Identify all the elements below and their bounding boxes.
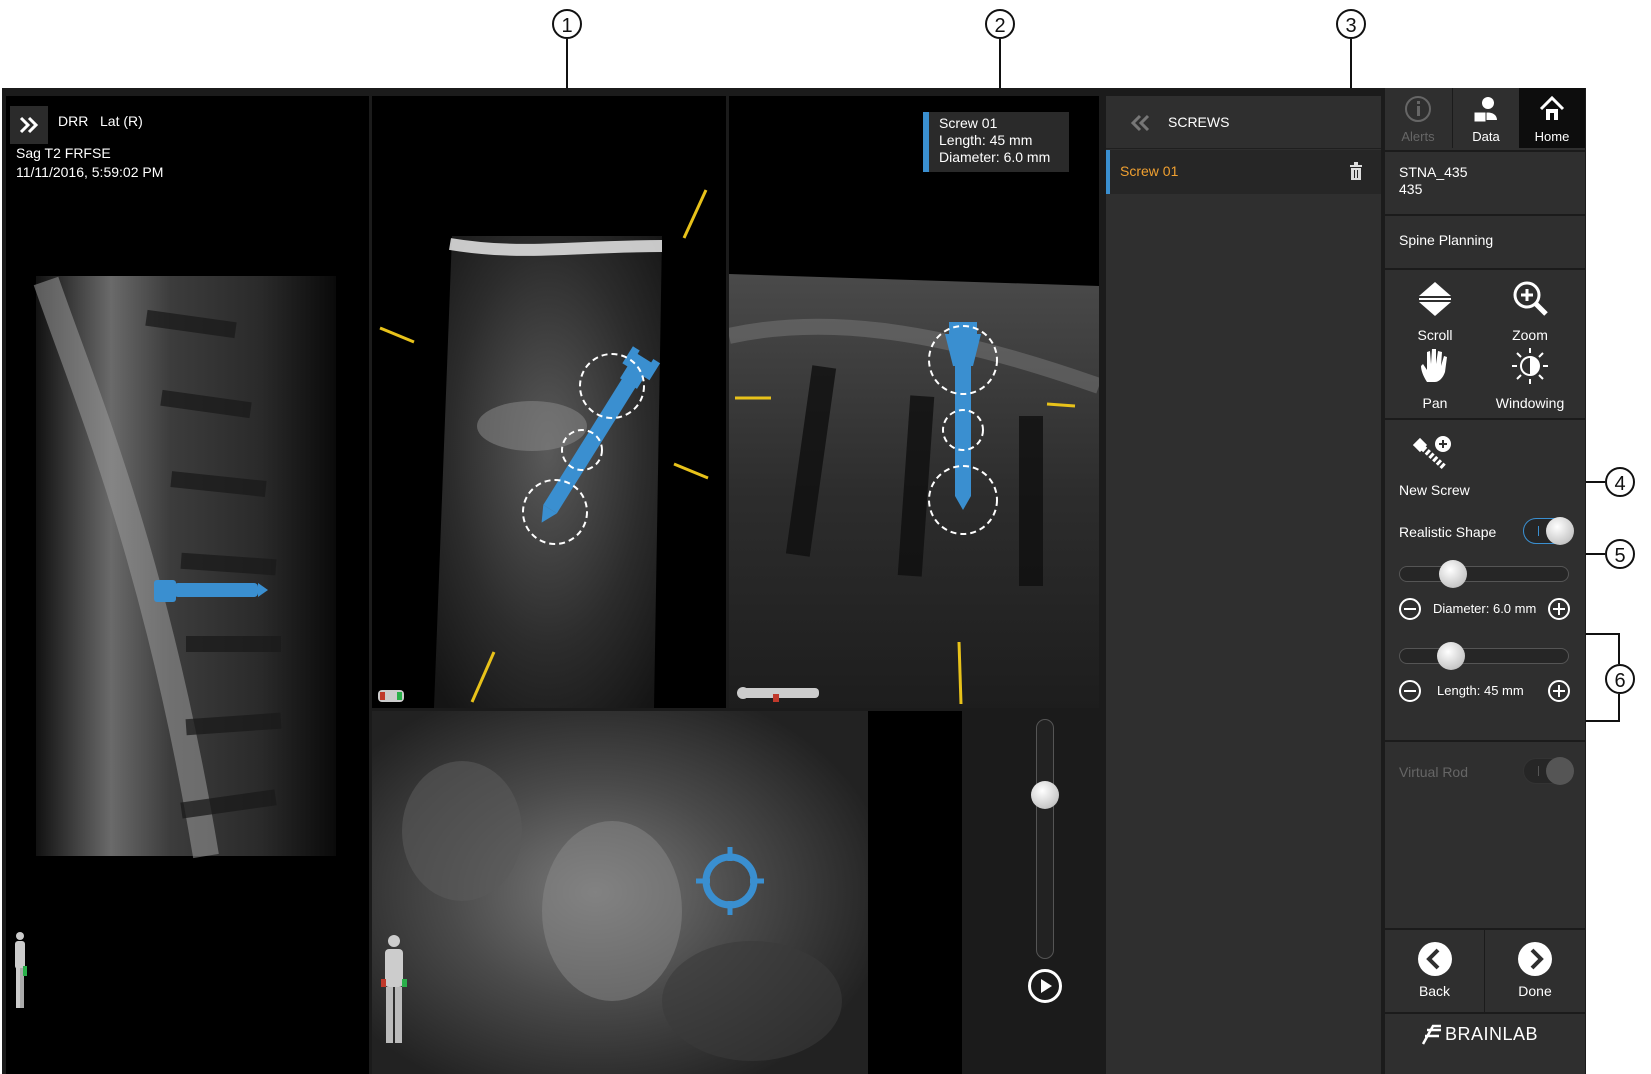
windowing-tool[interactable]: Windowing xyxy=(1485,346,1575,411)
screw-item-label: Screw 01 xyxy=(1120,163,1179,179)
chevron-right-icon xyxy=(1518,942,1552,976)
patient-id: 435 xyxy=(1399,181,1423,197)
top-tabs: Alerts Data Home xyxy=(1385,88,1585,148)
callout-6: 6 xyxy=(1605,664,1635,694)
new-screw-label: New Screw xyxy=(1399,482,1470,498)
sagittal-viewport[interactable]: Screw 01 Length: 45 mm Diameter: 6.0 mm xyxy=(729,96,1099,708)
orientation-head-icon xyxy=(378,690,404,702)
diameter-slider-track[interactable] xyxy=(1399,566,1569,582)
realistic-shape-toggle[interactable] xyxy=(1523,517,1574,545)
series-name: Sag T2 FRFSE xyxy=(16,145,111,161)
length-value: Length: 45 mm xyxy=(1437,683,1524,698)
navigation-buttons: Back Done xyxy=(1385,928,1585,1012)
screws-panel: SCREWS Screw 01 xyxy=(1106,96,1381,1074)
tab-data-label: Data xyxy=(1472,129,1500,144)
drr-viewport[interactable]: DRR Lat (R) Sag T2 FRFSE 11/11/2016, 5:5… xyxy=(6,96,369,1074)
windowing-icon xyxy=(1512,348,1548,384)
brainlab-logo-icon xyxy=(1421,1024,1441,1045)
view-tools: Scroll Zoom Pan Windowing xyxy=(1385,268,1585,418)
patient-info: STNA_435 435 xyxy=(1385,150,1585,214)
workflow-section: Spine Planning xyxy=(1385,214,1585,268)
depth-slider-panel xyxy=(992,711,1099,1074)
diameter-increase-button[interactable] xyxy=(1548,598,1570,620)
axial-image xyxy=(378,189,709,708)
probe-view-image xyxy=(372,711,868,1074)
patient-data-icon xyxy=(1473,97,1497,123)
callout-4: 4 xyxy=(1605,467,1635,497)
depth-slider-track[interactable] xyxy=(1036,719,1054,959)
windowing-label: Windowing xyxy=(1495,395,1565,411)
virtual-rod-label: Virtual Rod xyxy=(1399,764,1469,780)
play-button[interactable] xyxy=(1028,969,1062,1003)
view-orientation: Lat (R) xyxy=(100,113,143,129)
tab-data[interactable]: Data xyxy=(1452,88,1519,148)
virtual-rod-toggle[interactable] xyxy=(1523,757,1574,785)
callout-5: 5 xyxy=(1605,539,1635,569)
drr-image xyxy=(15,276,336,1008)
screws-title: SCREWS xyxy=(1168,114,1230,130)
scroll-tool[interactable]: Scroll xyxy=(1390,278,1480,343)
sagittal-image xyxy=(729,274,1099,708)
add-screw-icon xyxy=(1412,436,1451,471)
tab-alerts-label: Alerts xyxy=(1401,129,1435,144)
tab-home[interactable]: Home xyxy=(1519,88,1585,148)
zoom-label: Zoom xyxy=(1512,327,1548,343)
hand-icon xyxy=(1421,349,1447,382)
pan-label: Pan xyxy=(1422,395,1448,411)
tab-home-label: Home xyxy=(1534,129,1570,144)
back-button[interactable]: Back xyxy=(1385,930,1485,1012)
right-sidebar: Alerts Data Home STNA_435 435 Spine Plan… xyxy=(1385,88,1585,1074)
zoom-tool[interactable]: Zoom xyxy=(1485,278,1575,343)
callout-3: 3 xyxy=(1336,9,1366,39)
chevron-left-icon xyxy=(1417,942,1452,976)
screw-controls: New Screw Realistic Shape Diameter: 6.0 … xyxy=(1385,418,1585,740)
scroll-icon xyxy=(1419,282,1451,316)
screw-list-item[interactable]: Screw 01 xyxy=(1106,150,1381,194)
series-datetime: 11/11/2016, 5:59:02 PM xyxy=(16,164,164,180)
depth-slider-knob[interactable] xyxy=(1031,781,1059,809)
info-icon xyxy=(1405,96,1431,122)
screw-tooltip: Screw 01 Length: 45 mm Diameter: 6.0 mm xyxy=(923,112,1069,172)
brand-footer: BRAINLAB xyxy=(1385,1012,1585,1056)
done-label: Done xyxy=(1518,983,1552,999)
scroll-label: Scroll xyxy=(1417,327,1453,343)
callout-1: 1 xyxy=(552,9,582,39)
length-decrease-button[interactable] xyxy=(1399,680,1421,702)
axial-viewport[interactable] xyxy=(372,96,726,708)
virtual-rod-section: Virtual Rod xyxy=(1385,740,1585,928)
zoom-in-icon xyxy=(1513,281,1548,316)
double-chevron-right-icon xyxy=(19,116,39,134)
patient-figure-icon xyxy=(15,932,27,1008)
pan-tool[interactable]: Pan xyxy=(1390,346,1480,411)
realistic-shape-toggle-knob xyxy=(1546,517,1574,545)
length-slider-knob[interactable] xyxy=(1437,642,1466,670)
diameter-decrease-button[interactable] xyxy=(1399,598,1421,620)
collapse-double-chevron-left-icon[interactable] xyxy=(1126,108,1156,138)
patient-name: STNA_435 xyxy=(1399,164,1468,180)
trash-icon[interactable] xyxy=(1348,162,1364,182)
view-mode: DRR xyxy=(58,113,89,129)
brand-name: BRAINLAB xyxy=(1445,1024,1539,1044)
diameter-slider-knob[interactable] xyxy=(1438,560,1467,588)
callout-2: 2 xyxy=(985,9,1015,39)
probe-view-viewport[interactable] xyxy=(372,711,962,1074)
tooltip-screw-name: Screw 01 xyxy=(939,115,998,131)
home-icon xyxy=(1539,95,1565,120)
realistic-shape-label: Realistic Shape xyxy=(1399,524,1497,540)
expand-button[interactable] xyxy=(10,106,48,144)
tooltip-length: Length: 45 mm xyxy=(939,132,1033,148)
length-increase-button[interactable] xyxy=(1548,680,1570,702)
tooltip-diameter: Diameter: 6.0 mm xyxy=(939,149,1051,165)
screws-header: SCREWS xyxy=(1106,96,1381,149)
back-label: Back xyxy=(1418,983,1451,999)
diameter-value: Diameter: 6.0 mm xyxy=(1433,601,1537,616)
virtual-rod-toggle-knob xyxy=(1546,757,1574,785)
workflow-title: Spine Planning xyxy=(1399,232,1494,248)
tab-alerts[interactable]: Alerts xyxy=(1385,88,1451,148)
play-icon xyxy=(1041,979,1052,993)
done-button[interactable]: Done xyxy=(1485,930,1585,1012)
length-slider-track[interactable] xyxy=(1399,648,1569,664)
